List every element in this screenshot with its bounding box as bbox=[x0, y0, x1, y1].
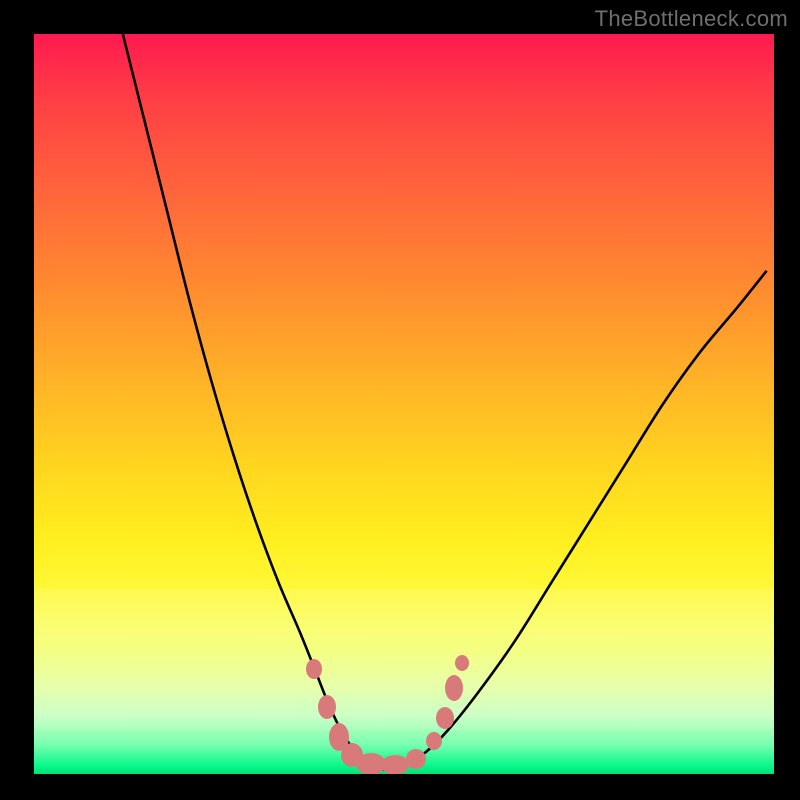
highlight-dot bbox=[426, 732, 442, 750]
highlight-dot bbox=[306, 659, 322, 679]
highlight-dot bbox=[381, 755, 409, 774]
highlight-dot bbox=[455, 655, 469, 671]
plot-area bbox=[34, 34, 774, 774]
curve-svg bbox=[34, 34, 774, 774]
highlight-dot bbox=[406, 749, 426, 769]
watermark-text: TheBottleneck.com bbox=[595, 6, 788, 32]
chart-frame: TheBottleneck.com bbox=[0, 0, 800, 800]
curve-line bbox=[123, 34, 767, 770]
